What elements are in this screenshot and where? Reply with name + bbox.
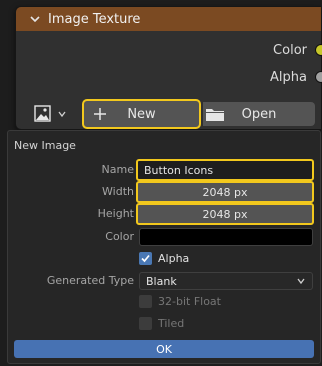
chevron-down-icon [58, 111, 66, 118]
checkmark-icon [141, 254, 150, 262]
new-image-button[interactable]: New [82, 99, 201, 129]
output-color: Color [273, 41, 322, 59]
image-controls: New Open [29, 99, 322, 129]
tiled-checkbox[interactable] [139, 316, 152, 330]
image-browse-button[interactable] [29, 102, 67, 126]
float32-checkbox-row[interactable]: 32-bit Float [139, 293, 221, 309]
image-texture-node[interactable]: Image Texture Color Alpha New Open [15, 6, 322, 130]
generated-type-value: Blank [146, 274, 177, 288]
name-label: Name [101, 163, 134, 176]
height-field[interactable]: 2048 px [136, 203, 314, 225]
alpha-label: Alpha [158, 251, 190, 265]
new-button-label: New [127, 106, 156, 122]
width-field[interactable]: 2048 px [136, 181, 314, 203]
name-row: Name Button Icons [8, 159, 320, 181]
image-icon [34, 105, 51, 122]
float32-checkbox[interactable] [139, 294, 152, 308]
height-row: Height 2048 px [8, 203, 320, 225]
node-header[interactable]: Image Texture [16, 7, 321, 31]
name-value: Button Icons [144, 163, 214, 177]
color-row: Color [8, 227, 320, 247]
alpha-socket[interactable] [315, 71, 322, 83]
width-value: 2048 px [202, 185, 248, 199]
generated-type-dropdown[interactable]: Blank [139, 272, 313, 290]
color-label: Color [105, 230, 134, 243]
float32-label: 32-bit Float [158, 294, 221, 308]
generated-type-row: Generated Type Blank [8, 271, 320, 291]
collapse-chevron-icon[interactable] [28, 12, 42, 26]
name-field[interactable]: Button Icons [136, 159, 314, 181]
open-image-button[interactable]: Open [203, 102, 315, 126]
tiled-label: Tiled [158, 316, 185, 330]
open-button-label: Open [241, 106, 277, 122]
new-image-popup: New Image Name Button Icons Width 2048 p… [7, 130, 321, 364]
ok-button[interactable]: OK [14, 340, 314, 358]
height-label: Height [97, 207, 134, 220]
popup-title: New Image [14, 139, 76, 152]
alpha-checkbox[interactable] [139, 251, 152, 265]
output-alpha-label: Alpha [270, 69, 307, 85]
width-row: Width 2048 px [8, 181, 320, 203]
alpha-checkbox-row[interactable]: Alpha [139, 250, 189, 266]
output-alpha: Alpha [270, 68, 322, 86]
color-socket[interactable] [315, 44, 322, 56]
node-title: Image Texture [48, 11, 141, 27]
chevron-down-icon [297, 278, 305, 285]
height-value: 2048 px [202, 207, 248, 221]
width-label: Width [102, 185, 134, 198]
color-swatch[interactable] [139, 228, 313, 246]
output-color-label: Color [273, 42, 307, 58]
tiled-checkbox-row[interactable]: Tiled [139, 315, 184, 331]
generated-type-label: Generated Type [46, 274, 134, 287]
